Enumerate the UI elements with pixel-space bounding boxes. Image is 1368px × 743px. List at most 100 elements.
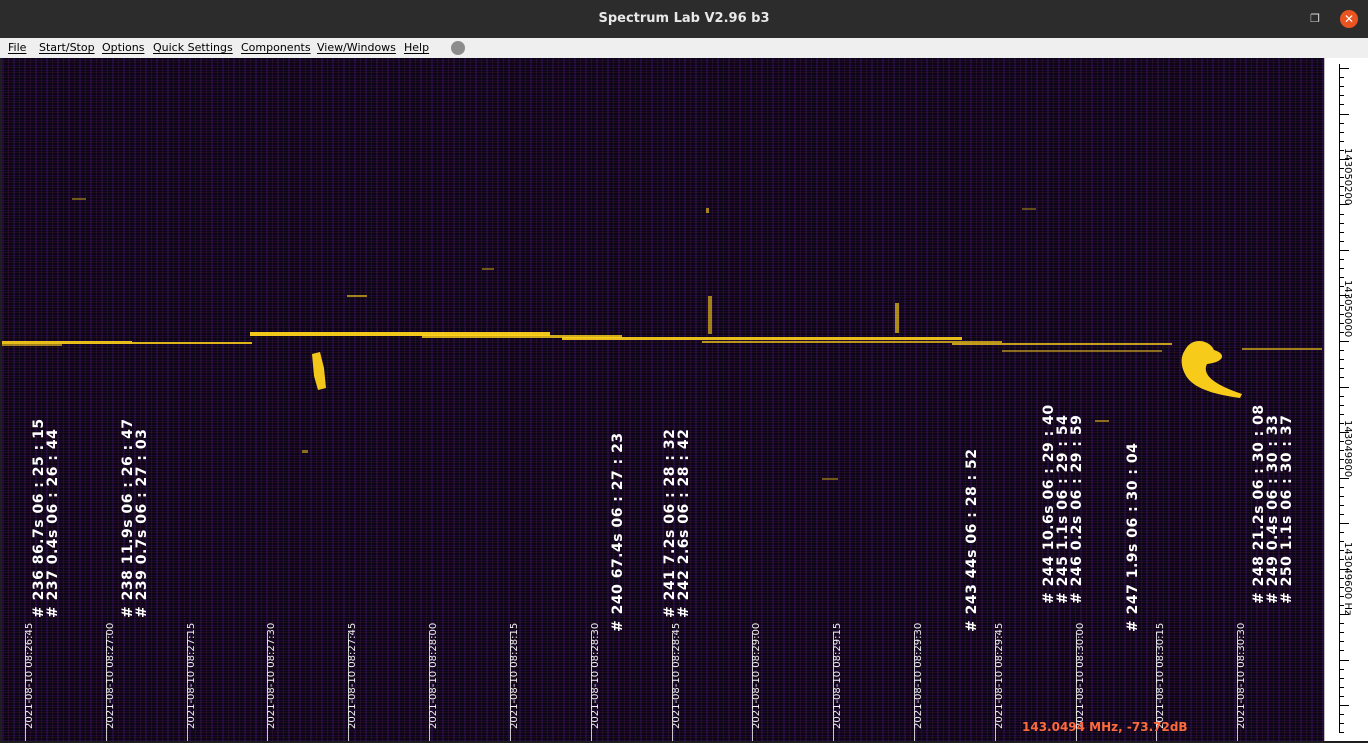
cursor-readout: 143.0494 MHz, -73.72dB: [1022, 720, 1188, 734]
waterfall-spectrogram[interactable]: # 236 86.7s 06 : 25 : 15 # 237 0.4s 06 : …: [2, 58, 1324, 741]
axis-tick: [1339, 669, 1344, 670]
axis-tick: [1339, 159, 1349, 160]
axis-tick: [1339, 468, 1344, 469]
title-bar: Spectrum Lab V2.96 b3 ❐ ✕: [0, 0, 1368, 38]
axis-tick: [1339, 259, 1344, 260]
axis-tick: [1339, 368, 1344, 369]
menu-bar: File Start/Stop Options Quick Settings C…: [0, 38, 1368, 58]
sparse-echo: [822, 478, 838, 480]
axis-tick: [1339, 550, 1344, 551]
axis-tick: [1339, 559, 1344, 560]
frequency-label: 143050000: [1342, 280, 1353, 338]
axis-tick: [1339, 696, 1344, 697]
axis-tick: [1339, 332, 1344, 333]
meteor-echo: [312, 352, 326, 390]
time-label: 2021-08-10 08:30:00: [1075, 622, 1086, 729]
axis-tick: [1339, 277, 1344, 278]
axis-tick: [1339, 241, 1344, 242]
axis-tick: [1339, 323, 1344, 324]
time-label: 2021-08-10 08:30:30: [1236, 622, 1247, 729]
axis-tick: [1339, 687, 1344, 688]
carrier-trace: [562, 337, 962, 340]
menu-start-stop[interactable]: Start/Stop: [39, 40, 95, 56]
axis-tick: [1339, 732, 1344, 733]
axis-tick: [1339, 605, 1344, 606]
axis-tick: [1339, 295, 1349, 296]
time-label: 2021-08-10 08:27:30: [266, 622, 277, 729]
carrier-trace: [1242, 348, 1322, 350]
time-label: 2021-08-10 08:28:30: [590, 622, 601, 729]
carrier-trace: [132, 342, 252, 344]
sparse-echo: [482, 268, 494, 270]
sparse-echo: [302, 450, 308, 453]
status-indicator-icon: [451, 41, 465, 55]
meteor-label: # 240 67.4s 06 : 27 : 23: [610, 432, 626, 632]
window-title: Spectrum Lab V2.96 b3: [598, 11, 770, 26]
axis-tick: [1339, 459, 1344, 460]
frequency-axis[interactable]: 143050200 143050000 143049800 143049600 …: [1324, 58, 1368, 741]
carrier-trace: [952, 343, 1172, 345]
axis-tick: [1339, 132, 1344, 133]
carrier-trace: [2, 341, 132, 344]
meteor-label: # 238 11.9s 06 : 26 : 47 # 239 0.7s 06 : …: [120, 418, 150, 618]
meteor-label: # 247 1.9s 06 : 30 : 04: [1125, 442, 1141, 632]
waterfall-signals: [2, 198, 1322, 480]
axis-tick: [1339, 387, 1349, 388]
menu-help[interactable]: Help: [404, 40, 429, 56]
axis-tick: [1339, 377, 1344, 378]
meteor-echo: [708, 296, 712, 334]
axis-tick: [1339, 77, 1344, 78]
axis-tick: [1339, 396, 1344, 397]
axis-tick: [1339, 168, 1344, 169]
axis-tick: [1339, 359, 1344, 360]
axis-tick: [1339, 614, 1349, 615]
time-label: 2021-08-10 08:30:15: [1155, 622, 1166, 729]
axis-tick: [1339, 678, 1344, 679]
time-label: 2021-08-10 08:29:15: [832, 622, 843, 729]
axis-tick: [1339, 286, 1344, 287]
menu-file[interactable]: File: [8, 40, 26, 56]
axis-tick: [1339, 150, 1344, 151]
axis-tick: [1339, 341, 1349, 342]
time-label: 2021-08-10 08:27:45: [347, 622, 358, 729]
time-label: 2021-08-10 08:26:45: [24, 622, 35, 729]
meteor-echo: [895, 303, 899, 333]
sparse-echo: [1022, 208, 1036, 210]
axis-tick: [1339, 441, 1344, 442]
axis-tick: [1339, 195, 1344, 196]
menu-options[interactable]: Options: [102, 40, 144, 56]
axis-tick: [1339, 305, 1344, 306]
time-label: 2021-08-10 08:29:00: [751, 622, 762, 729]
axis-tick: [1339, 123, 1344, 124]
axis-tick: [1339, 650, 1344, 651]
axis-tick: [1339, 223, 1344, 224]
axis-tick: [1339, 705, 1349, 706]
axis-tick: [1339, 505, 1344, 506]
axis-tick: [1339, 532, 1344, 533]
axis-tick: [1339, 177, 1344, 178]
time-label: 2021-08-10 08:29:30: [913, 622, 924, 729]
axis-tick: [1339, 68, 1349, 69]
menu-view-windows[interactable]: View/Windows: [317, 40, 396, 56]
axis-tick: [1339, 514, 1344, 515]
meteor-echo: [706, 208, 709, 213]
time-label: 2021-08-10 08:29:45: [994, 622, 1005, 729]
axis-tick: [1339, 423, 1344, 424]
axis-tick: [1339, 496, 1344, 497]
close-icon[interactable]: ✕: [1340, 10, 1358, 28]
axis-tick: [1339, 86, 1344, 87]
sparse-echo: [72, 198, 86, 200]
restore-icon[interactable]: ❐: [1307, 11, 1323, 27]
axis-tick: [1339, 623, 1344, 624]
time-label: 2021-08-10 08:28:15: [509, 622, 520, 729]
axis-tick: [1339, 114, 1349, 115]
axis-tick: [1339, 232, 1344, 233]
axis-tick: [1339, 104, 1344, 105]
axis-tick: [1339, 478, 1349, 479]
axis-tick: [1339, 487, 1344, 488]
axis-tick: [1339, 432, 1349, 433]
menu-quick-settings[interactable]: Quick Settings: [153, 40, 233, 56]
menu-components[interactable]: Components: [241, 40, 311, 56]
sparse-echo: [347, 295, 367, 297]
meteor-label: # 241 7.2s 06 : 28 : 32 # 242 2.6s 06 : 2…: [662, 428, 692, 618]
